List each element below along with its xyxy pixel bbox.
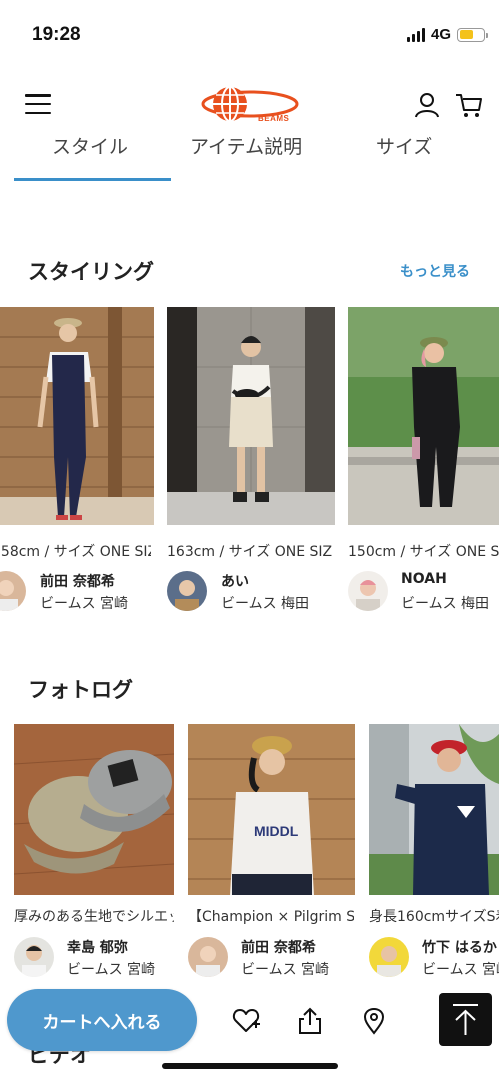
photolog-caption-2: 【Champion × Pilgrim Surf+Supply】: [188, 909, 354, 925]
staff-name-3[interactable]: NOAH: [401, 571, 447, 587]
staff-name-1[interactable]: 前田 奈都希: [40, 571, 115, 591]
logo-wordmark: BEAMS: [258, 114, 290, 123]
share-icon[interactable]: [296, 1007, 324, 1035]
staff-shop-3: ビームス 梅田: [401, 596, 490, 612]
status-time: 19:28: [32, 24, 81, 45]
tab-size[interactable]: サイズ: [376, 136, 432, 159]
styling-caption-2: 163cm / サイズ ONE SIZE: [167, 544, 333, 560]
staff-name-4[interactable]: 幸島 郁弥: [67, 937, 128, 957]
staff-shop-5: ビームス 宮崎: [241, 962, 330, 978]
staff-name-5[interactable]: 前田 奈都希: [241, 937, 316, 957]
top-nav: BEAMS: [0, 70, 499, 140]
styling-caption-3: 150cm / サイズ ONE SIZE: [348, 544, 499, 560]
active-tab-indicator: [14, 178, 171, 181]
status-indicators: 4G: [406, 26, 488, 43]
scroll-to-top-button[interactable]: [439, 993, 492, 1046]
add-to-cart-button[interactable]: カートへ入れる: [7, 989, 197, 1051]
photolog-caption-1: 厚みのある生地でシルエットがきれいなキャップ: [14, 909, 174, 925]
styling-photo-2[interactable]: [167, 307, 335, 525]
tab-item-description[interactable]: アイテム説明: [190, 136, 302, 159]
signal-icon: [406, 27, 425, 42]
svg-text:MIDDL: MIDDL: [254, 823, 299, 839]
user-icon[interactable]: [414, 92, 440, 118]
photolog-title: フォトログ: [28, 678, 133, 702]
home-indicator[interactable]: [162, 1063, 338, 1069]
styling-photo-3[interactable]: [348, 307, 499, 525]
staff-shop-2: ビームス 梅田: [221, 596, 310, 612]
photolog-photo-2[interactable]: MIDDL: [188, 724, 355, 895]
staff-name-6[interactable]: 竹下 はるか: [422, 937, 497, 957]
staff-avatar-4[interactable]: [14, 937, 54, 977]
staff-avatar-3[interactable]: [348, 571, 388, 611]
styling-title: スタイリング: [28, 260, 154, 284]
styling-photo-1[interactable]: [0, 307, 154, 525]
tab-style[interactable]: スタイル: [52, 136, 128, 159]
heart-plus-icon[interactable]: [232, 1007, 260, 1035]
photolog-photo-1[interactable]: [14, 724, 174, 895]
styling-caption-1: 158cm / サイズ ONE SIZE: [0, 544, 151, 560]
bottom-action-bar: ビデオ カートへ入れる: [0, 985, 499, 1080]
status-bar: 19:28 4G: [0, 0, 499, 70]
staff-shop-4: ビームス 宮崎: [67, 962, 156, 978]
staff-shop-6: ビームス 宮崎: [422, 962, 499, 978]
photolog-caption-3: 身長160cmサイズS着用: [369, 909, 499, 925]
staff-avatar-1[interactable]: [0, 571, 26, 611]
arrow-up-icon: [453, 1004, 478, 1035]
battery-icon: [457, 27, 488, 42]
staff-shop-1: ビームス 宮崎: [40, 596, 129, 612]
photolog-photo-3[interactable]: [369, 724, 499, 895]
network-type: 4G: [430, 26, 451, 43]
staff-avatar-5[interactable]: [188, 937, 228, 977]
styling-more-link[interactable]: もっと見る: [400, 261, 470, 281]
location-pin-icon[interactable]: [360, 1007, 388, 1035]
cart-icon[interactable]: [455, 92, 483, 118]
staff-avatar-6[interactable]: [369, 937, 409, 977]
staff-avatar-2[interactable]: [167, 571, 207, 611]
tab-bar: スタイル アイテム説明 サイズ: [0, 136, 499, 182]
menu-icon[interactable]: [25, 94, 51, 114]
staff-name-2[interactable]: あい: [221, 571, 249, 591]
